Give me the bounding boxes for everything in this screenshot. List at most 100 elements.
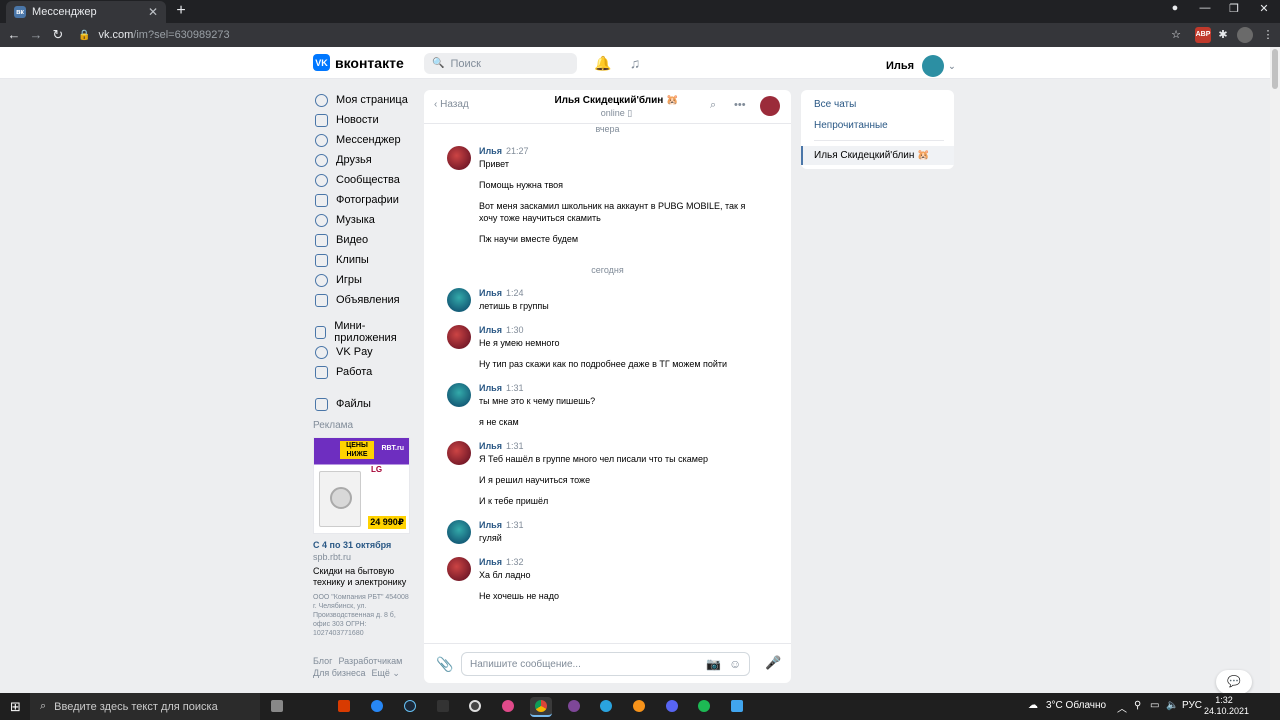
message-input[interactable]: Напишите сообщение... 📷 ☺ [461,652,750,676]
paperclip-icon[interactable]: 📎 [436,656,453,673]
footer-link-blog[interactable]: Блог [313,656,332,666]
sender-name[interactable]: Илья [479,441,502,451]
nav-clips[interactable]: Клипы [313,250,413,270]
tray-network-icon[interactable]: ⚲ [1134,700,1141,711]
nav-news[interactable]: Новости [313,110,413,130]
sender-avatar[interactable] [447,146,471,170]
filter-unread[interactable]: Непрочитанные [814,120,888,131]
telegram-app-icon[interactable] [595,697,617,717]
steam-app-icon[interactable] [399,697,421,717]
sender-avatar[interactable] [447,520,471,544]
sender-name[interactable]: Илья [479,325,502,335]
chrome-media-icon[interactable]: ● [1166,2,1184,14]
sender-avatar[interactable] [447,325,471,349]
reload-icon[interactable]: ↻ [50,27,66,43]
epic-games-app-icon[interactable] [432,697,454,717]
nav-mini-apps[interactable]: Мини-приложения [313,320,413,344]
sender-name[interactable]: Илья [479,288,502,298]
nav-friends[interactable]: Друзья [313,150,413,170]
peer-avatar[interactable] [760,96,780,116]
close-window-icon[interactable]: ✕ [1255,2,1273,15]
scrollbar-thumb[interactable] [1272,49,1278,89]
chrome-app-icon[interactable] [530,697,552,717]
nav-ads[interactable]: Объявления [313,290,413,310]
footer-link-more[interactable]: Ещё ⌄ [372,668,400,678]
sender-name[interactable]: Илья [479,383,502,393]
sender-name[interactable]: Илья [479,146,502,156]
office-app-icon[interactable] [333,697,355,717]
search-input[interactable]: 🔍 Поиск [424,53,577,74]
header-user-menu[interactable]: Илья ⌄ [886,55,956,77]
camera-icon[interactable]: 📷 [706,657,721,671]
emoji-smile-icon[interactable]: ☺ [729,657,741,671]
spotify-app-icon[interactable] [693,697,715,717]
vk-desktop-app-icon[interactable] [366,697,388,717]
chat-bubble-icon[interactable]: 💬 [1216,670,1252,694]
message-meta: Илья 1:31 [479,441,524,451]
url-field[interactable]: 🔒 vk.com /im?sel=630989273 [70,26,1190,44]
notifications-bell-icon[interactable]: 🔔 [594,54,612,72]
bitcoin-app-icon[interactable] [628,697,650,717]
back-button[interactable]: ‹ Назад [434,99,469,110]
windows-start-icon[interactable]: ⊞ [10,699,21,715]
generic-app-icon[interactable] [726,697,748,717]
nav-files[interactable]: Файлы [313,394,413,414]
restore-icon[interactable]: ❐ [1225,2,1243,15]
itunes-app-icon[interactable] [497,697,519,717]
back-arrow-icon[interactable]: ← [6,27,22,42]
nav-jobs[interactable]: Работа [313,362,413,382]
ad-title[interactable]: С 4 по 31 октября [313,540,413,550]
chat-header: ‹ Назад Илья Скидецкий'блин 🐹 online ▯ ⌕… [424,90,791,124]
active-chat-item[interactable]: Илья Скидецкий'блин 🐹 [801,146,954,165]
nav-my-page[interactable]: Моя страница [313,90,413,110]
browser-profile-avatar[interactable] [1237,27,1253,43]
weather-cloud-icon[interactable]: ☁ [1028,700,1038,711]
chat-search-icon[interactable]: ⌕ [710,99,716,112]
tray-battery-icon[interactable]: ▭ [1150,700,1159,711]
browser-tab[interactable]: вк Мессенджер ✕ [6,1,166,23]
ad-banner-image[interactable]: ЦЕНЫ НИЖЕ RBT.ru LG 24 990₽ [313,437,410,534]
taskbar-search-input[interactable]: ⌕ Введите здесь текст для поиска [30,693,260,720]
forward-arrow-icon[interactable]: → [28,27,44,42]
browser-menu-icon[interactable]: ⋮ [1260,27,1276,43]
footer-link-business[interactable]: Для бизнеса [313,668,366,678]
bookmark-star-icon[interactable]: ☆ [1168,27,1184,43]
nav-communities[interactable]: Сообщества [313,170,413,190]
music-note-icon[interactable]: ♫ [626,54,644,72]
task-view-icon[interactable] [266,697,288,717]
sender-avatar[interactable] [447,383,471,407]
adblock-extension-icon[interactable]: ABP [1195,27,1211,43]
sender-name[interactable]: Илья [479,520,502,530]
sender-avatar[interactable] [447,288,471,312]
sender-name[interactable]: Илья [479,557,502,567]
page-scrollbar[interactable] [1270,47,1280,693]
vk-logo[interactable]: VK вконтакте [313,54,404,71]
nav-messenger[interactable]: Мессенджер [313,130,413,150]
new-tab-button[interactable]: + [173,2,189,20]
chat-title[interactable]: Илья Скидецкий'блин 🐹 [534,95,699,106]
sender-avatar[interactable] [447,441,471,465]
nav-video[interactable]: Видео [313,230,413,250]
more-options-icon[interactable]: ••• [734,99,746,111]
footer-link-developers[interactable]: Разработчикам [338,656,402,666]
ad-url[interactable]: spb.rbt.ru [313,552,413,562]
input-language[interactable]: РУС [1182,700,1202,711]
nav-vk-pay[interactable]: VK Pay [313,342,413,362]
sender-avatar[interactable] [447,557,471,581]
nav-music[interactable]: Музыка [313,210,413,230]
discord-app-icon[interactable] [661,697,683,717]
filter-all-chats[interactable]: Все чаты [814,99,856,110]
nav-games[interactable]: Игры [313,270,413,290]
minimize-icon[interactable]: — [1196,2,1214,14]
tray-chevron-up-icon[interactable]: ︿ [1117,700,1127,715]
tor-app-icon[interactable] [563,697,585,717]
microphone-icon[interactable]: 🎤 [765,655,781,671]
weather-text[interactable]: 3°C Облачно [1046,700,1106,711]
media-app-icon[interactable] [464,697,486,717]
close-tab-icon[interactable]: ✕ [148,5,158,19]
tray-volume-icon[interactable]: 🔈 [1166,700,1178,711]
extensions-puzzle-icon[interactable]: ✱ [1215,27,1231,43]
nav-photos[interactable]: Фотографии [313,190,413,210]
browser-tab-strip: вк Мессенджер ✕ + ● — ❐ ✕ [0,0,1280,23]
taskbar-clock[interactable]: 1:32 24.10.2021 [1204,695,1249,717]
